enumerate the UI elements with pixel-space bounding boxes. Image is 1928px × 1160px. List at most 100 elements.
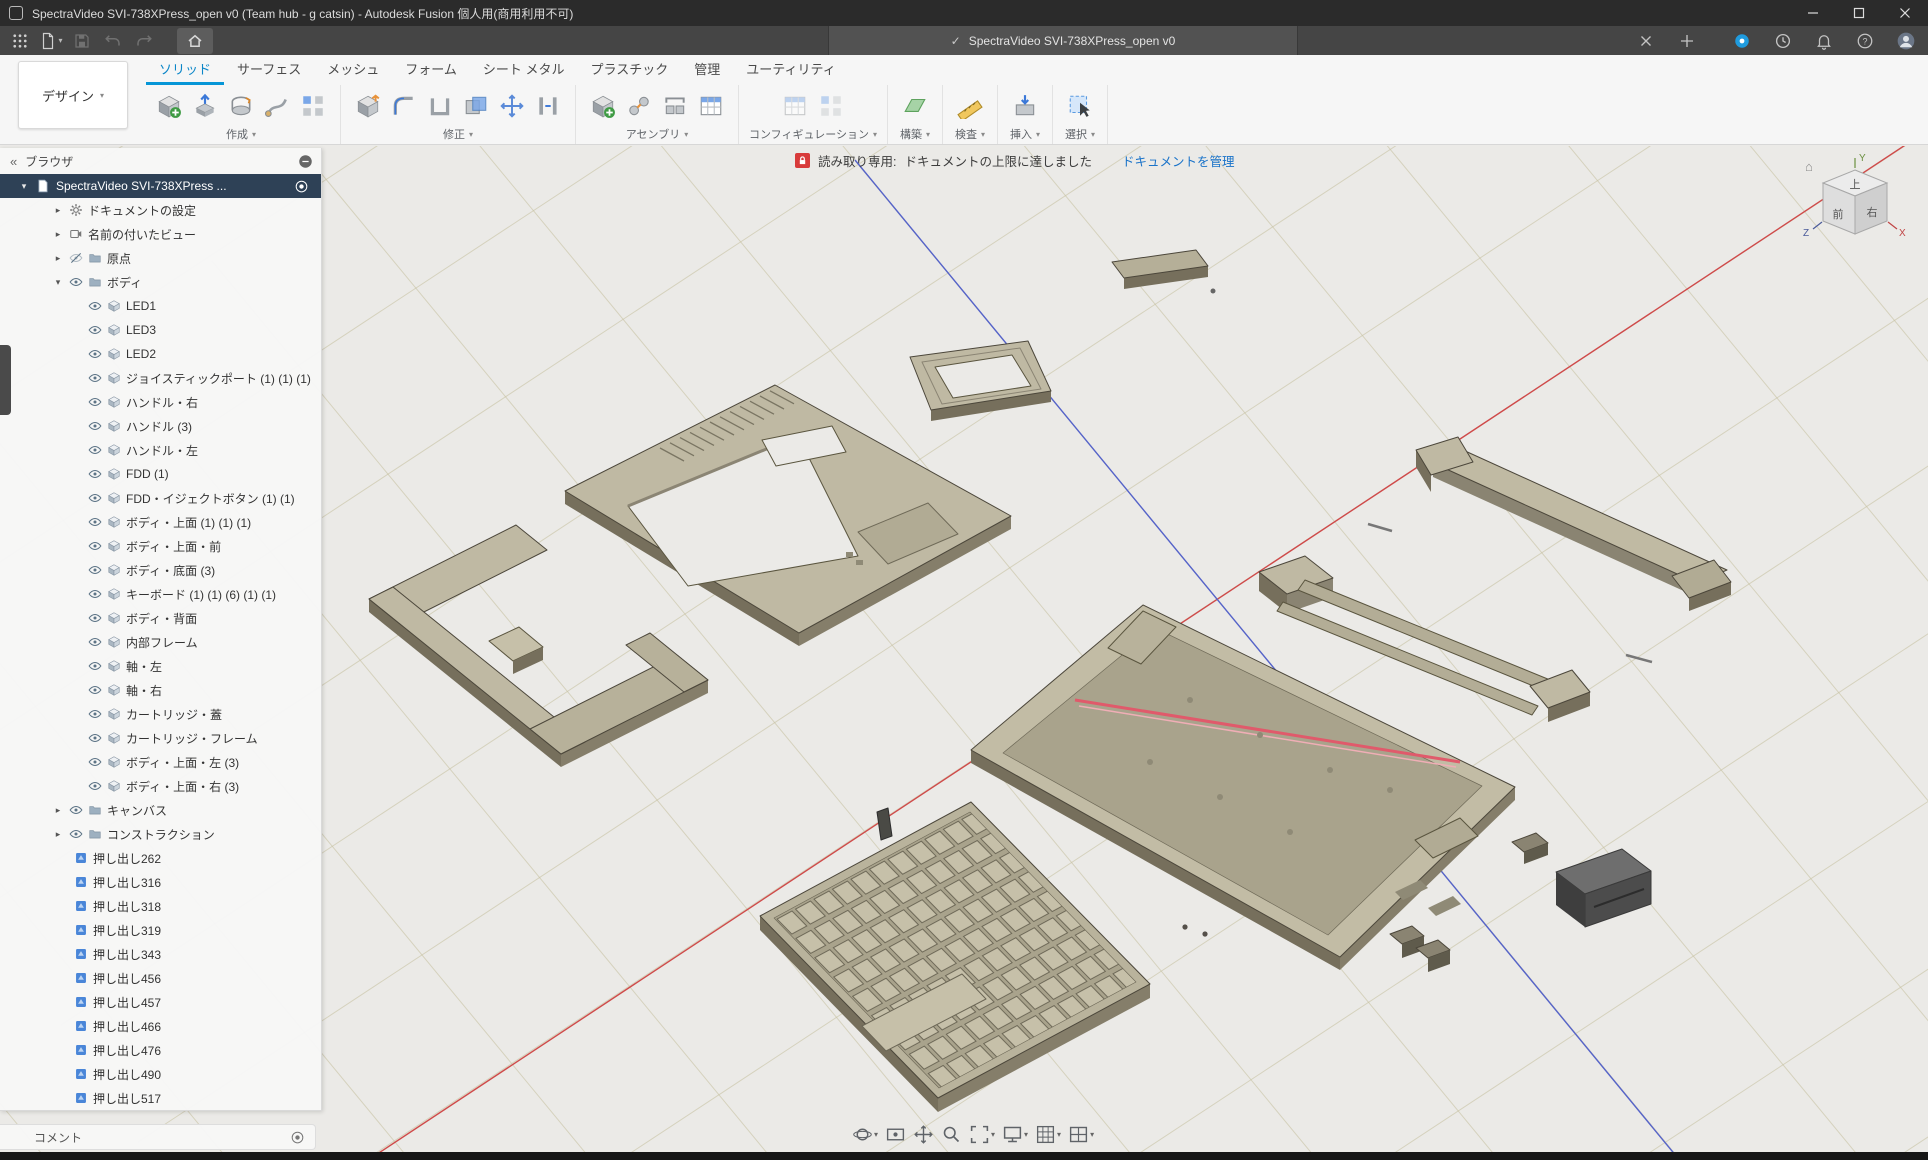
tree-expand-arrow[interactable]: ▸ — [52, 253, 64, 264]
visibility-eye-icon[interactable] — [88, 563, 102, 577]
fit-icon[interactable]: ▾ — [969, 1124, 995, 1145]
body-row[interactable]: 内部フレーム — [0, 630, 321, 654]
ribbon-tab[interactable]: 管理 — [681, 54, 733, 85]
tree-item-label[interactable]: 押し出し490 — [93, 1066, 161, 1083]
body-row[interactable]: キーボード (1) (1) (6) (1) (1) — [0, 582, 321, 606]
body-row[interactable]: ボディ・底面 (3) — [0, 558, 321, 582]
home-icon[interactable] — [177, 28, 213, 54]
tree-item-label[interactable]: ボディ・底面 (3) — [126, 562, 215, 579]
visibility-eye-icon[interactable] — [88, 299, 102, 313]
expand-comments-icon[interactable] — [290, 1130, 305, 1145]
workspace-selector[interactable]: デザイン ▾ — [18, 61, 128, 129]
visibility-eye-icon[interactable] — [88, 587, 102, 601]
body-row[interactable]: ジョイスティックポート (1) (1) (1) — [0, 366, 321, 390]
tree-item-label[interactable]: ボディ・背面 — [126, 610, 197, 627]
close-button[interactable] — [1882, 0, 1928, 26]
visibility-eye-icon[interactable] — [88, 467, 102, 481]
job-status-icon[interactable] — [1769, 28, 1797, 54]
visibility-eye-icon[interactable] — [69, 275, 83, 289]
tree-item-label[interactable]: 押し出し318 — [93, 898, 161, 915]
tree-expand-arrow[interactable]: ▸ — [52, 829, 64, 840]
file-menu-icon[interactable]: ▾ — [37, 28, 65, 54]
tree-item-label[interactable]: 名前の付いたビュー — [88, 226, 196, 243]
visibility-eye-icon[interactable] — [88, 683, 102, 697]
motion-study-icon[interactable] — [694, 88, 728, 124]
ribbon-tab[interactable]: メッシュ — [314, 54, 392, 85]
tree-expand-arrow[interactable]: ▾ — [18, 181, 30, 192]
body-row[interactable]: LED2 — [0, 342, 321, 366]
visibility-eye-icon[interactable] — [88, 395, 102, 409]
new-component-icon[interactable] — [152, 88, 186, 124]
body-row[interactable]: ボディ・背面 — [0, 606, 321, 630]
tree-item-label[interactable]: ハンドル (3) — [126, 418, 192, 435]
tree-node[interactable]: ▾ボディ — [0, 270, 321, 294]
feature-row[interactable]: 押し出し262 — [0, 846, 321, 870]
tree-item-label[interactable]: LED3 — [126, 323, 156, 337]
body-row[interactable]: ハンドル (3) — [0, 414, 321, 438]
ribbon-group-label[interactable]: 検査▾ — [955, 126, 985, 142]
tree-item-label[interactable]: LED1 — [126, 299, 156, 313]
visibility-eye-icon[interactable] — [69, 251, 83, 265]
undo-icon[interactable] — [99, 28, 127, 54]
tree-item-label[interactable]: FDD (1) — [126, 467, 169, 481]
tree-item-label[interactable]: カートリッジ・フレーム — [126, 730, 258, 747]
notifications-icon[interactable] — [1810, 28, 1838, 54]
pattern-icon[interactable] — [296, 88, 330, 124]
viewcube-top-face[interactable]: 上 — [1850, 178, 1861, 191]
visibility-eye-icon[interactable] — [88, 419, 102, 433]
ribbon-group-label[interactable]: 挿入▾ — [1010, 126, 1040, 142]
root-component-label[interactable]: SpectraVideo SVI-738XPress ... — [56, 179, 288, 193]
visibility-eye-icon[interactable] — [69, 827, 83, 841]
collapse-browser-icon[interactable]: « — [10, 154, 17, 169]
minimize-button[interactable] — [1790, 0, 1836, 26]
tree-item-label[interactable]: カートリッジ・蓋 — [126, 706, 222, 723]
revolve-icon[interactable] — [224, 88, 258, 124]
redo-icon[interactable] — [130, 28, 158, 54]
tree-item-label[interactable]: 押し出し466 — [93, 1018, 161, 1035]
new-tab-icon[interactable] — [1673, 28, 1701, 54]
visibility-eye-icon[interactable] — [88, 731, 102, 745]
body-row[interactable]: カートリッジ・フレーム — [0, 726, 321, 750]
tree-item-label[interactable]: ハンドル・左 — [126, 442, 198, 459]
tree-item-label[interactable]: 押し出し316 — [93, 874, 161, 891]
visibility-eye-icon[interactable] — [88, 539, 102, 553]
tree-item-label[interactable]: ボディ・上面・左 (3) — [126, 754, 239, 771]
align-icon[interactable] — [531, 88, 565, 124]
visibility-eye-icon[interactable] — [88, 755, 102, 769]
ribbon-tab[interactable]: ソリッド — [146, 54, 224, 85]
construction-plane-icon[interactable] — [898, 88, 932, 124]
insert-icon[interactable] — [1008, 88, 1042, 124]
manage-documents-link[interactable]: ドキュメントを管理 — [1122, 151, 1235, 170]
tree-node[interactable]: ▸キャンバス — [0, 798, 321, 822]
joint-icon[interactable] — [622, 88, 656, 124]
tree-item-label[interactable]: 押し出し456 — [93, 970, 161, 987]
tree-expand-arrow[interactable]: ▾ — [52, 277, 64, 288]
body-row[interactable]: FDD (1) — [0, 462, 321, 486]
visibility-eye-icon[interactable] — [88, 779, 102, 793]
tree-item-label[interactable]: LED2 — [126, 347, 156, 361]
tree-item-label[interactable]: ボディ・上面 (1) (1) (1) — [126, 514, 251, 531]
feature-row[interactable]: 押し出し490 — [0, 1062, 321, 1086]
tree-node[interactable]: ▸名前の付いたビュー — [0, 222, 321, 246]
orbit-icon[interactable]: ▾ — [852, 1124, 878, 1145]
tree-item-label[interactable]: 押し出し343 — [93, 946, 161, 963]
tree-item-label[interactable]: 押し出し457 — [93, 994, 161, 1011]
ribbon-tab[interactable]: プラスチック — [578, 54, 682, 85]
feature-row[interactable]: 押し出し466 — [0, 1014, 321, 1038]
visibility-eye-icon[interactable] — [88, 443, 102, 457]
tree-node[interactable]: ▸ドキュメントの設定 — [0, 198, 321, 222]
body-row[interactable]: ボディ・上面・左 (3) — [0, 750, 321, 774]
feature-row[interactable]: 押し出し319 — [0, 918, 321, 942]
tree-item-label[interactable]: ドキュメントの設定 — [88, 202, 196, 219]
visibility-eye-icon[interactable] — [88, 707, 102, 721]
app-grid-icon[interactable] — [6, 28, 34, 54]
panel-handle[interactable] — [0, 345, 11, 415]
configuration-table-icon[interactable] — [814, 88, 848, 124]
tree-item-label[interactable]: ボディ・上面・前 — [126, 538, 221, 555]
maximize-button[interactable] — [1836, 0, 1882, 26]
tree-item-label[interactable]: ハンドル・右 — [126, 394, 198, 411]
viewports-icon[interactable]: ▾ — [1068, 1124, 1094, 1145]
tree-item-label[interactable]: 軸・右 — [126, 682, 162, 699]
sweep-icon[interactable] — [260, 88, 294, 124]
feature-row[interactable]: 押し出し318 — [0, 894, 321, 918]
